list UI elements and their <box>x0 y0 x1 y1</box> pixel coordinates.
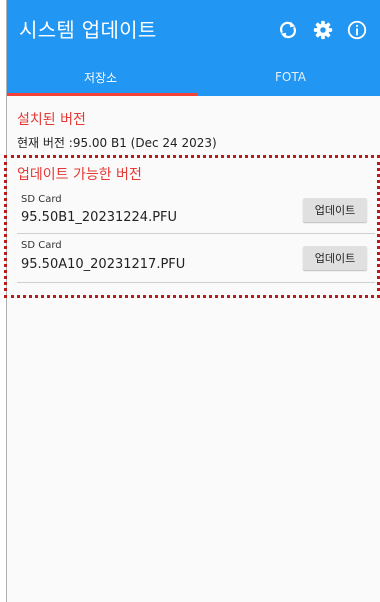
app-bar: 시스템 업데이트 <box>7 0 380 58</box>
refresh-icon[interactable] <box>275 17 301 43</box>
tab-bar: 저장소 FOTA <box>7 58 380 96</box>
tab-selected-indicator <box>7 93 197 96</box>
gear-icon[interactable] <box>310 17 336 43</box>
tab-storage[interactable]: 저장소 <box>7 58 194 96</box>
current-version-value: 현재 버전 :95.00 B1 (Dec 24 2023) <box>17 136 217 150</box>
installed-version-title: 설치된 버전 <box>17 112 86 128</box>
app-title: 시스템 업데이트 <box>19 18 157 42</box>
app-window: 시스템 업데이트 저장소 FOTA 설치된 버전 현재 버전:95.00 B1… <box>6 0 380 602</box>
available-versions-highlight <box>4 155 380 298</box>
tab-fota[interactable]: FOTA <box>197 58 380 96</box>
info-icon[interactable] <box>344 17 370 43</box>
